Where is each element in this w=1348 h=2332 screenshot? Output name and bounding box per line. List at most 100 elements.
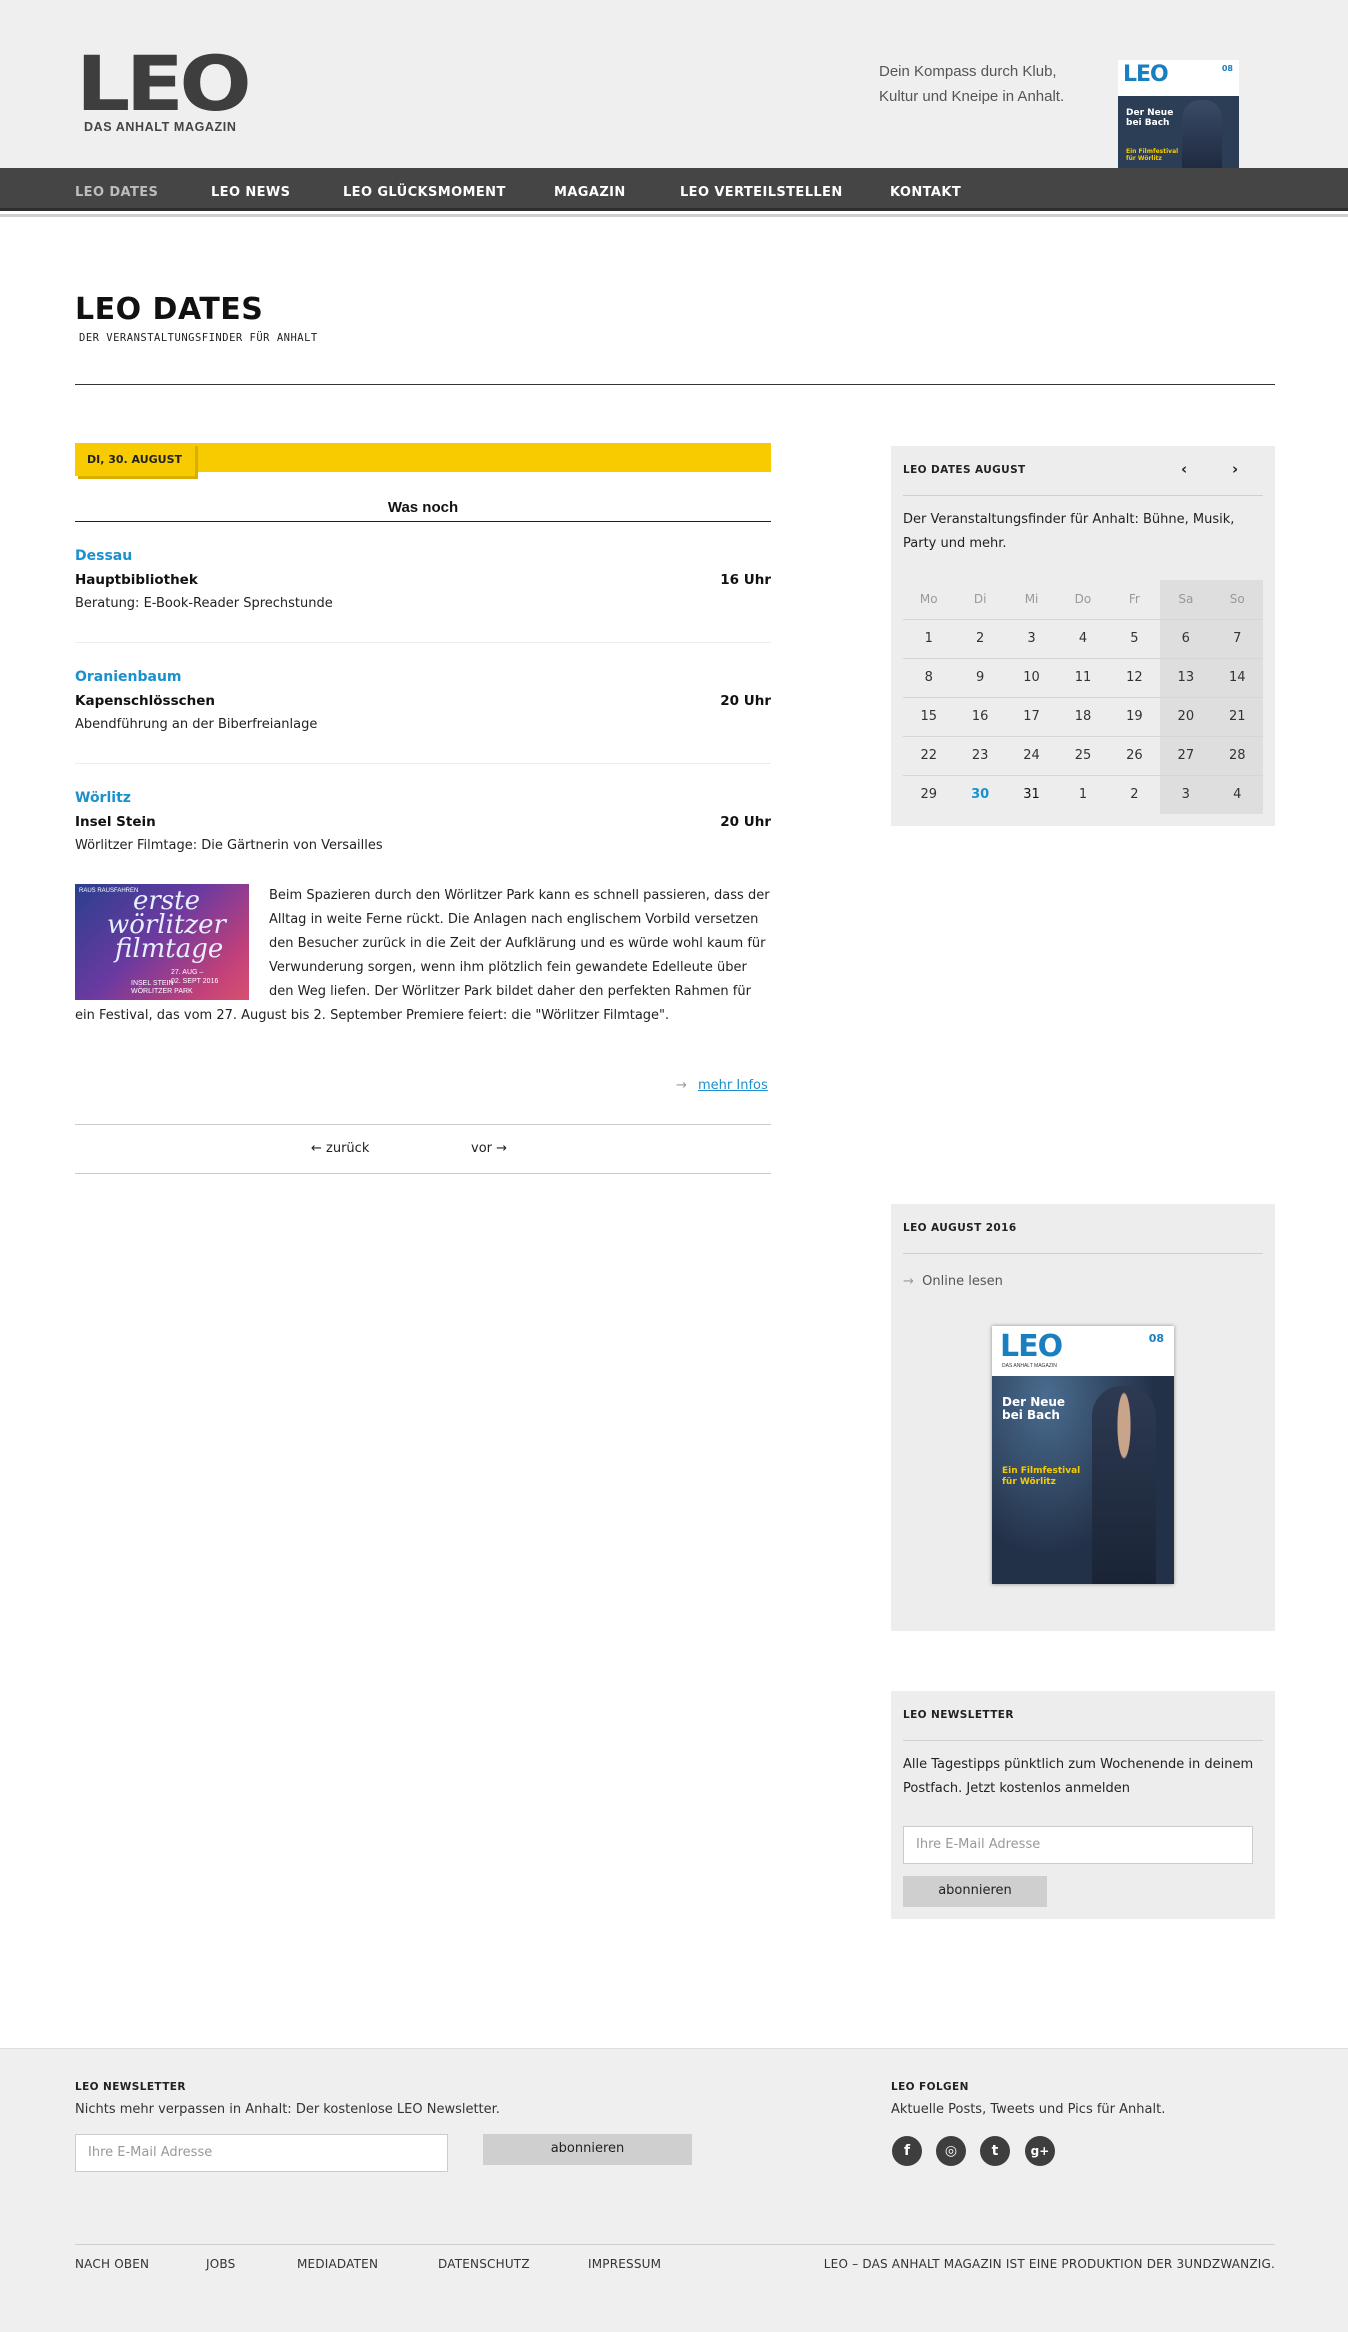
weekday-label: Mo (903, 580, 955, 620)
calendar-weekday-row: Mo Di Mi Do Fr Sa So (903, 580, 1263, 620)
footer-follow-text: Aktuelle Posts, Tweets und Pics für Anha… (891, 2102, 1166, 2117)
google-plus-icon[interactable]: g+ (1025, 2136, 1055, 2166)
calendar-next-icon[interactable]: › (1232, 460, 1238, 478)
event-image-corner: RAUS RAUSFAHREN (79, 888, 139, 894)
calendar-day-today[interactable]: 30 (954, 775, 1005, 814)
calendar-week: 8 9 10 11 12 13 14 (903, 658, 1263, 698)
calendar-day[interactable]: 19 (1108, 697, 1161, 737)
header-cover-logo: LEO (1123, 62, 1169, 87)
more-info-link[interactable]: mehr Infos (698, 1078, 768, 1093)
event-city[interactable]: Wörlitz (75, 790, 771, 814)
calendar-day[interactable]: 4 (1211, 775, 1263, 814)
magazine-widget: LEO AUGUST 2016 → Online lesen LEO DAS A… (891, 1204, 1275, 1631)
next-day-link[interactable]: vor → (471, 1141, 507, 1156)
calendar-week: 15 16 17 18 19 20 21 (903, 697, 1263, 737)
calendar-day[interactable]: 6 (1160, 619, 1212, 659)
event-divider (75, 642, 771, 643)
calendar-day[interactable]: 23 (954, 736, 1006, 776)
calendar-day[interactable]: 21 (1211, 697, 1263, 737)
newsletter-title: LEO NEWSLETTER (903, 1709, 1014, 1721)
section-divider (75, 521, 771, 522)
instagram-icon[interactable]: ◎ (936, 2136, 966, 2166)
event-city[interactable]: Oranienbaum (75, 669, 771, 693)
calendar-day[interactable]: 26 (1108, 736, 1161, 776)
calendar-day[interactable]: 16 (954, 697, 1006, 737)
newsletter-subscribe-button[interactable]: abonnieren (903, 1876, 1047, 1907)
facebook-icon[interactable]: f (892, 2136, 922, 2166)
nav-leo-gluecksmoment[interactable]: LEO GLÜCKSMOMENT (343, 185, 506, 200)
tagline-line-2: Kultur und Kneipe in Anhalt. (879, 88, 1065, 105)
site-header: LEO DAS ANHALT MAGAZIN Dein Kompass durc… (0, 0, 1348, 168)
calendar-day[interactable]: 20 (1160, 697, 1212, 737)
weekday-label: So (1211, 580, 1263, 620)
nav-kontakt[interactable]: KONTAKT (890, 185, 961, 200)
footer-link-datenschutz[interactable]: DATENSCHUTZ (438, 2257, 530, 2271)
event-venue: Kapenschlösschen (75, 693, 216, 709)
nav-magazin[interactable]: MAGAZIN (554, 185, 626, 200)
calendar-day[interactable]: 4 (1057, 619, 1109, 659)
footer-link-jobs[interactable]: JOBS (206, 2257, 235, 2271)
event-city[interactable]: Dessau (75, 548, 771, 572)
newsletter-email-input[interactable]: Ihre E-Mail Adresse (903, 1826, 1253, 1864)
online-read-link[interactable]: → Online lesen (903, 1274, 1003, 1289)
calendar-day[interactable]: 31 (1006, 775, 1057, 814)
prev-day-link[interactable]: ← zurück (311, 1141, 369, 1156)
calendar-day[interactable]: 10 (1005, 658, 1058, 698)
calendar-day[interactable]: 1 (903, 619, 955, 659)
weekday-label: Do (1057, 580, 1109, 620)
header-magazine-cover[interactable]: LEO 08 Der Neue bei Bach Ein Filmfestival… (1118, 60, 1239, 168)
calendar-day[interactable]: 12 (1108, 658, 1161, 698)
nav-leo-dates[interactable]: LEO DATES (75, 185, 158, 200)
calendar-day[interactable]: 11 (1057, 658, 1109, 698)
cover-portrait (1092, 1386, 1156, 1584)
footer-link-top[interactable]: NACH OBEN (75, 2257, 149, 2271)
footer-link-impressum[interactable]: IMPRESSUM (588, 2257, 661, 2271)
cover-headline: Der Neue bei Bach (1002, 1395, 1066, 1422)
calendar-day[interactable]: 8 (903, 658, 955, 698)
event-time: 20 Uhr (720, 814, 771, 830)
calendar-day[interactable]: 3 (1160, 775, 1212, 814)
calendar-day[interactable]: 22 (903, 736, 955, 776)
footer-newsletter-title: LEO NEWSLETTER (75, 2081, 186, 2093)
calendar-day[interactable]: 27 (1160, 736, 1212, 776)
day-pager: ← zurück vor → (75, 1124, 771, 1174)
calendar-day[interactable]: 2 (954, 619, 1006, 659)
main-nav: LEO DATES LEO NEWS LEO GLÜCKSMOMENT MAGA… (0, 168, 1348, 217)
tagline-line-1: Dein Kompass durch Klub, (879, 63, 1057, 80)
magazine-divider (903, 1253, 1263, 1254)
calendar-day[interactable]: 24 (1005, 736, 1058, 776)
logo-wordmark: LEO (76, 39, 252, 128)
calendar-day[interactable]: 9 (954, 658, 1006, 698)
twitter-icon[interactable]: t (980, 2136, 1010, 2166)
calendar-day[interactable]: 17 (1005, 697, 1058, 737)
header-tagline: Dein Kompass durch Klub, Kultur und Knei… (879, 59, 1079, 109)
calendar-day[interactable]: 5 (1108, 619, 1161, 659)
magazine-cover[interactable]: LEO DAS ANHALT MAGAZIN 08 Der Neue bei Ba… (992, 1326, 1174, 1584)
header-cover-sub: Ein Filmfestival für Wörlitz (1126, 148, 1179, 162)
event-item: Dessau Hauptbibliothek 16 Uhr Beratung: … (75, 548, 771, 611)
footer-follow-title: LEO FOLGEN (891, 2081, 969, 2093)
calendar-day[interactable]: 13 (1160, 658, 1212, 698)
nav-leo-news[interactable]: LEO NEWS (211, 185, 290, 200)
calendar-day[interactable]: 2 (1109, 775, 1160, 814)
calendar-prev-icon[interactable]: ‹ (1181, 460, 1187, 478)
calendar-day[interactable]: 7 (1211, 619, 1263, 659)
weekday-label: Di (954, 580, 1006, 620)
calendar-day[interactable]: 1 (1057, 775, 1108, 814)
footer-email-input[interactable]: Ihre E-Mail Adresse (75, 2134, 448, 2172)
event-description: Beratung: E-Book-Reader Sprechstunde (75, 596, 333, 611)
cover-issue-number: 08 (1148, 1332, 1164, 1345)
calendar-day[interactable]: 15 (903, 697, 955, 737)
footer-link-mediadaten[interactable]: MEDIADATEN (297, 2257, 378, 2271)
site-logo[interactable]: LEO DAS ANHALT MAGAZIN (76, 46, 252, 135)
calendar-day[interactable]: 29 (903, 775, 954, 814)
calendar-day[interactable]: 14 (1211, 658, 1263, 698)
weekday-label: Sa (1160, 580, 1212, 620)
calendar-day[interactable]: 25 (1057, 736, 1109, 776)
event-venue: Insel Stein (75, 814, 156, 830)
calendar-day[interactable]: 3 (1005, 619, 1058, 659)
calendar-day[interactable]: 28 (1211, 736, 1263, 776)
footer-subscribe-button[interactable]: abonnieren (483, 2134, 692, 2165)
calendar-day[interactable]: 18 (1057, 697, 1109, 737)
nav-leo-verteilstellen[interactable]: LEO VERTEILSTELLEN (680, 185, 843, 200)
